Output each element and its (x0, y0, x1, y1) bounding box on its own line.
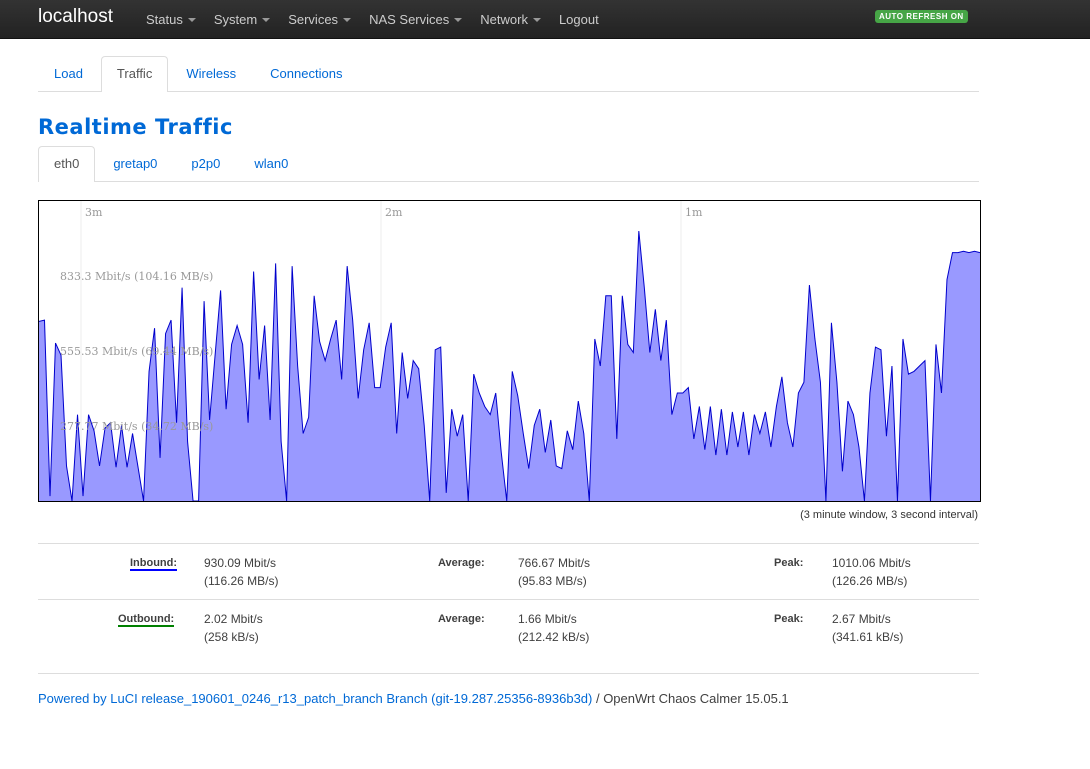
y-tick-label: 833.3 Mbit/s (104.16 MB/s) (60, 270, 213, 283)
outbound-average-bytes: (212.42 kB/s) (518, 630, 590, 644)
luci-version-link[interactable]: Powered by LuCI release_190601_0246_r13_… (38, 691, 592, 706)
chevron-down-icon (454, 17, 463, 22)
main-tabs: Load Traffic Wireless Connections (38, 56, 979, 92)
outbound-label: Outbound: (118, 613, 175, 627)
menu-network-label: Network (480, 11, 528, 27)
divider (38, 543, 979, 544)
graph-window-note: (3 minute window, 3 second interval) (800, 509, 978, 521)
menu-services-label: Services (288, 11, 339, 27)
outbound-average-rate: 1.66 Mbit/s (518, 612, 577, 626)
page-title: Realtime Traffic (38, 115, 233, 139)
menu-services[interactable]: Services (288, 11, 352, 27)
top-navbar: localhost Status System Services NAS Ser… (0, 0, 1090, 39)
chevron-down-icon (187, 17, 196, 22)
menu-network[interactable]: Network (480, 12, 541, 27)
divider (38, 599, 979, 600)
footer: Powered by LuCI release_190601_0246_r13_… (38, 691, 789, 706)
outbound-current-bytes: (258 kB/s) (204, 630, 259, 644)
tab-wlan0[interactable]: wlan0 (238, 146, 304, 181)
chevron-down-icon (532, 17, 541, 22)
inbound-label: Inbound: (130, 557, 178, 571)
tab-load[interactable]: Load (38, 56, 99, 91)
outbound-peak-rate: 2.67 Mbit/s (832, 612, 891, 626)
divider (38, 673, 979, 674)
inbound-peak-bytes: (126.26 MB/s) (832, 574, 908, 588)
x-tick-label: 3m (85, 206, 103, 219)
inbound-peak-rate: 1010.06 Mbit/s (832, 556, 911, 570)
outbound-average-label: Average: (438, 613, 485, 625)
inbound-average-bytes: (95.83 MB/s) (518, 574, 587, 588)
menu-logout-label: Logout (558, 11, 599, 27)
x-tick-label: 2m (385, 206, 403, 219)
tab-traffic[interactable]: Traffic (100, 56, 169, 92)
menu-status[interactable]: Status (146, 12, 196, 27)
inbound-average: 766.67 Mbit/s (95.83 MB/s) (518, 554, 590, 590)
tab-gretap0[interactable]: gretap0 (97, 146, 173, 181)
menu-status-label: Status (146, 11, 183, 27)
inbound-current-bytes: (116.26 MB/s) (204, 574, 279, 588)
inbound-current-rate: 930.09 Mbit/s (204, 556, 277, 570)
outbound-average: 1.66 Mbit/s (212.42 kB/s) (518, 610, 589, 646)
menu-nas-services-label: NAS Services (369, 11, 450, 27)
tab-p2p0[interactable]: p2p0 (175, 146, 236, 181)
outbound-peak-label: Peak: (774, 613, 804, 625)
outbound-peak-bytes: (341.61 kB/s) (832, 630, 904, 644)
y-tick-label: 277.77 Mbit/s (34.72 MB/s) (60, 420, 213, 433)
interface-tabs: eth0 gretap0 p2p0 wlan0 (38, 146, 979, 182)
inbound-current: 930.09 Mbit/s (116.26 MB/s) (204, 554, 278, 590)
inbound-average-rate: 766.67 Mbit/s (518, 556, 591, 570)
outbound-current-rate: 2.02 Mbit/s (204, 612, 263, 626)
outbound-current: 2.02 Mbit/s (258 kB/s) (204, 610, 263, 646)
tab-wireless[interactable]: Wireless (170, 56, 252, 91)
menu-nas-services[interactable]: NAS Services (369, 11, 463, 27)
openwrt-version: / OpenWrt Chaos Calmer 15.05.1 (592, 691, 789, 706)
traffic-graph: 3m 2m 1m 833.3 Mbit/s (104.16 MB/s) 555.53 M… (38, 200, 981, 502)
menu-logout[interactable]: Logout (559, 12, 599, 27)
inbound-average-label: Average: (438, 557, 485, 569)
inbound-peak: 1010.06 Mbit/s (126.26 MB/s) (832, 554, 911, 590)
x-tick-label: 1m (685, 206, 703, 219)
tab-connections[interactable]: Connections (254, 56, 358, 91)
traffic-graph-svg: 3m 2m 1m 833.3 Mbit/s (104.16 MB/s) 555.53 M… (39, 201, 980, 501)
outbound-peak: 2.67 Mbit/s (341.61 kB/s) (832, 610, 903, 646)
auto-refresh-toggle[interactable]: AUTO REFRESH ON (875, 10, 968, 23)
inbound-peak-label: Peak: (774, 557, 804, 569)
chevron-down-icon (343, 17, 352, 22)
main-menu: Status System Services NAS Services Netw… (146, 0, 617, 38)
y-tick-label: 555.53 Mbit/s (69.44 MB/s) (60, 345, 213, 358)
menu-system-label: System (213, 11, 258, 27)
chevron-down-icon (262, 17, 271, 22)
brand-logo[interactable]: localhost (38, 6, 113, 28)
tab-eth0[interactable]: eth0 (38, 146, 96, 182)
menu-system[interactable]: System (213, 11, 271, 27)
